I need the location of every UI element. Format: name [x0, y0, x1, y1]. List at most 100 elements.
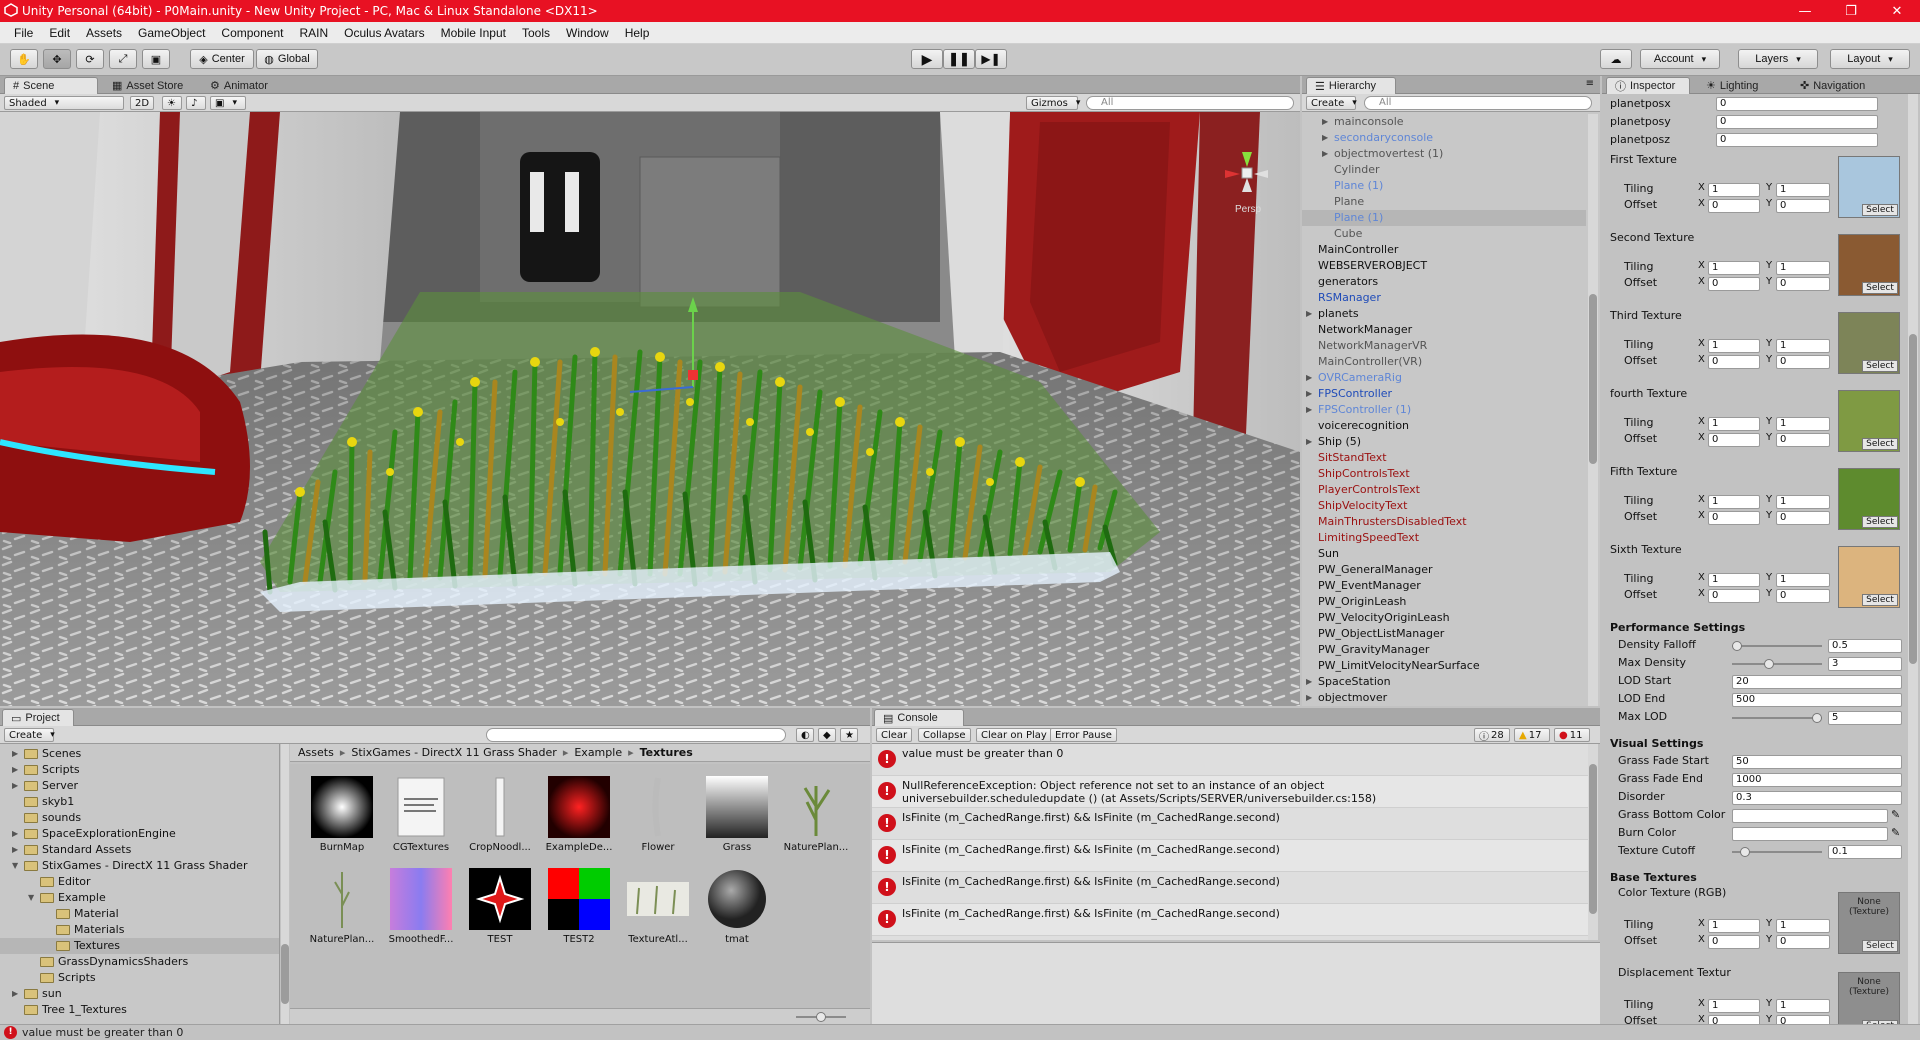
- hierarchy-item[interactable]: PW_LimitVelocityNearSurface: [1302, 658, 1586, 674]
- hierarchy-item[interactable]: LimitingSpeedText: [1302, 530, 1586, 546]
- hierarchy-item[interactable]: PW_GravityManager: [1302, 642, 1586, 658]
- hierarchy-item[interactable]: ▶ mainconsole: [1302, 114, 1586, 130]
- console-scrollbar[interactable]: [1588, 744, 1598, 940]
- console-info-toggle[interactable]: ⓘ 28: [1474, 728, 1510, 743]
- expand-arrow-icon[interactable]: ▼: [12, 858, 18, 874]
- tiling-y-field[interactable]: 1: [1776, 999, 1830, 1013]
- breadcrumb-item[interactable]: Textures: [640, 746, 693, 759]
- offset-y-field[interactable]: 0: [1776, 199, 1830, 213]
- tiling-y-field[interactable]: 1: [1776, 183, 1830, 197]
- offset-x-field[interactable]: 0: [1708, 511, 1760, 525]
- offset-x-field[interactable]: 0: [1708, 433, 1760, 447]
- console-entry[interactable]: ! IsFinite (m_CachedRange.first) && IsFin…: [872, 904, 1588, 936]
- hierarchy-item[interactable]: SitStandText: [1302, 450, 1586, 466]
- menu-help[interactable]: Help: [617, 26, 658, 40]
- hierarchy-create-dropdown[interactable]: Create: [1306, 96, 1356, 110]
- breadcrumb-item[interactable]: StixGames - DirectX 11 Grass Shader: [351, 746, 556, 759]
- expand-arrow-icon[interactable]: ▶: [12, 778, 18, 794]
- asset-item[interactable]: Grass: [697, 776, 777, 853]
- hierarchy-item[interactable]: MainController(VR): [1302, 354, 1586, 370]
- pivot-global-button[interactable]: ◍ Global: [256, 49, 318, 69]
- hierarchy-item[interactable]: PW_VelocityOriginLeash: [1302, 610, 1586, 626]
- menu-tools[interactable]: Tools: [514, 26, 558, 40]
- play-button[interactable]: ▶: [911, 49, 943, 69]
- tab-navigation[interactable]: ✜ Navigation: [1792, 77, 1873, 94]
- tiling-y-field[interactable]: 1: [1776, 573, 1830, 587]
- folder-item[interactable]: ▼ Example: [0, 890, 279, 906]
- hierarchy-item[interactable]: voicerecognition: [1302, 418, 1586, 434]
- texture-slot[interactable]: Select: [1838, 546, 1900, 608]
- hierarchy-item[interactable]: ▶ SpaceStation: [1302, 674, 1586, 690]
- hierarchy-item[interactable]: generators: [1302, 274, 1586, 290]
- menu-assets[interactable]: Assets: [78, 26, 130, 40]
- step-button[interactable]: ▶❚: [975, 49, 1007, 69]
- gizmos-dropdown[interactable]: Gizmos: [1026, 96, 1078, 110]
- asset-item[interactable]: TextureAtl...: [618, 868, 698, 945]
- tab-hierarchy[interactable]: ☰ Hierarchy: [1306, 77, 1396, 94]
- breadcrumb-item[interactable]: Assets: [298, 746, 334, 759]
- menu-component[interactable]: Component: [213, 26, 291, 40]
- maximize-button[interactable]: ❐: [1828, 0, 1874, 22]
- folder-item[interactable]: ▶ sun: [0, 986, 279, 1002]
- visual-setting-slider[interactable]: [1732, 847, 1822, 857]
- offset-y-field[interactable]: 0: [1776, 433, 1830, 447]
- inspector-scroll-thumb[interactable]: [1909, 334, 1917, 664]
- texture-select-button[interactable]: Select: [1862, 282, 1898, 294]
- offset-x-field[interactable]: 0: [1708, 1015, 1760, 1024]
- menu-file[interactable]: File: [6, 26, 41, 40]
- console-entry[interactable]: ! IsFinite (m_CachedRange.first) && IsFin…: [872, 808, 1588, 840]
- tiling-y-field[interactable]: 1: [1776, 417, 1830, 431]
- offset-y-field[interactable]: 0: [1776, 355, 1830, 369]
- console-collapse-button[interactable]: Collapse: [918, 728, 971, 742]
- hierarchy-item[interactable]: ShipVelocityText: [1302, 498, 1586, 514]
- hierarchy-item[interactable]: ▶ FPSController (1): [1302, 402, 1586, 418]
- expand-arrow-icon[interactable]: ▶: [1306, 434, 1312, 450]
- hierarchy-scroll-thumb[interactable]: [1589, 294, 1597, 464]
- account-dropdown[interactable]: Account: [1640, 49, 1720, 69]
- console-clear-on-play-button[interactable]: Clear on Play: [976, 728, 1052, 742]
- hierarchy-item[interactable]: Cylinder: [1302, 162, 1586, 178]
- expand-arrow-icon[interactable]: ▶: [12, 986, 18, 1002]
- cloud-button[interactable]: ☁: [1600, 49, 1632, 69]
- expand-arrow-icon[interactable]: ▶: [1306, 306, 1312, 322]
- folder-item[interactable]: Tree 1_Textures: [0, 1002, 279, 1018]
- folder-item[interactable]: ▶ Server: [0, 778, 279, 794]
- folder-item[interactable]: skyb1: [0, 794, 279, 810]
- tree-scrollbar[interactable]: [281, 744, 289, 1024]
- scene-viewport[interactable]: Persp: [0, 112, 1300, 706]
- tree-scroll-thumb[interactable]: [281, 944, 289, 1004]
- hand-tool-button[interactable]: ✋: [10, 49, 38, 69]
- folder-item[interactable]: sounds: [0, 810, 279, 826]
- visual-setting-color-field[interactable]: [1732, 827, 1888, 841]
- hierarchy-item[interactable]: MainThrustersDisabledText: [1302, 514, 1586, 530]
- hierarchy-item[interactable]: ▶ objectmovertest (1): [1302, 146, 1586, 162]
- hierarchy-item[interactable]: Plane (1): [1302, 178, 1586, 194]
- hierarchy-item[interactable]: ▶ planets: [1302, 306, 1586, 322]
- offset-y-field[interactable]: 0: [1776, 1015, 1830, 1024]
- console-entry[interactable]: ! NullReferenceException: Object referenc…: [872, 776, 1588, 808]
- inspector-scrollbar[interactable]: [1908, 94, 1918, 1024]
- perf-setting-slider-knob[interactable]: [1764, 659, 1774, 669]
- offset-x-field[interactable]: 0: [1708, 935, 1760, 949]
- hierarchy-item[interactable]: NetworkManager: [1302, 322, 1586, 338]
- offset-x-field[interactable]: 0: [1708, 589, 1760, 603]
- console-error-toggle[interactable]: ● 11: [1554, 728, 1590, 742]
- perf-setting-slider-knob[interactable]: [1812, 713, 1822, 723]
- console-warning-toggle[interactable]: ▲ 17: [1514, 728, 1550, 742]
- folder-item[interactable]: ▶ Scenes: [0, 746, 279, 762]
- perf-setting-slider[interactable]: [1732, 659, 1822, 669]
- asset-item[interactable]: BurnMap: [302, 776, 382, 853]
- console-scroll-thumb[interactable]: [1589, 764, 1597, 914]
- minimize-button[interactable]: —: [1782, 0, 1828, 22]
- expand-arrow-icon[interactable]: ▶: [12, 842, 18, 858]
- thumbnail-size-knob[interactable]: [816, 1012, 826, 1022]
- tiling-y-field[interactable]: 1: [1776, 339, 1830, 353]
- tab-console[interactable]: ▤ Console: [874, 709, 964, 726]
- menu-oculus-avatars[interactable]: Oculus Avatars: [336, 26, 432, 40]
- folder-item[interactable]: Scripts: [0, 970, 279, 986]
- offset-y-field[interactable]: 0: [1776, 277, 1830, 291]
- expand-arrow-icon[interactable]: ▶: [1306, 402, 1312, 418]
- folder-item[interactable]: Materials: [0, 922, 279, 938]
- hierarchy-item[interactable]: Cube: [1302, 226, 1586, 242]
- texture-slot[interactable]: Select: [1838, 312, 1900, 374]
